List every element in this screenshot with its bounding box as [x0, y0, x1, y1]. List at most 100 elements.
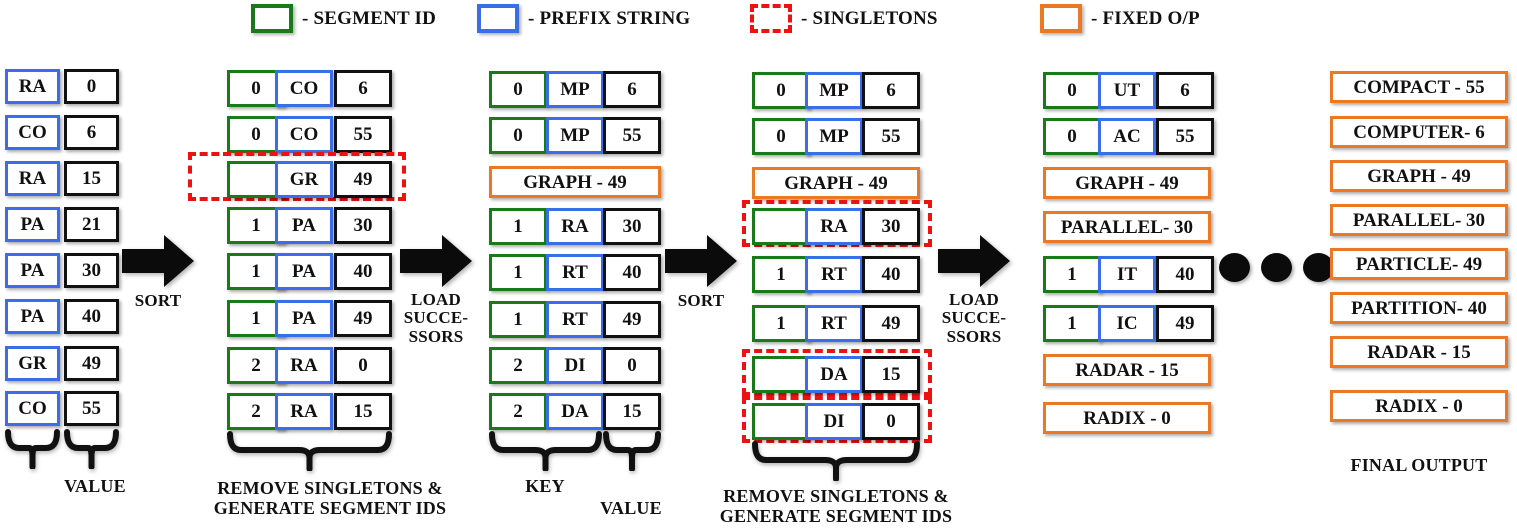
prefix-cell[interactable]: PA	[275, 253, 333, 290]
prefix-cell[interactable]: UT	[1098, 72, 1156, 109]
prefix-cell[interactable]: RT	[546, 301, 604, 338]
value-cell[interactable]: 49	[334, 300, 392, 337]
fixed-output-cell[interactable]: GRAPH - 49	[489, 166, 661, 198]
final-output-cell[interactable]: PARTICLE- 49	[1330, 248, 1508, 280]
segment-id-cell[interactable]: 2	[489, 347, 547, 384]
prefix-cell[interactable]: IT	[1098, 256, 1156, 293]
value-cell[interactable]: 15	[334, 393, 392, 430]
prefix-cell[interactable]: DA	[546, 393, 604, 430]
prefix-cell[interactable]: RA	[546, 208, 604, 245]
value-cell[interactable]: 15	[64, 161, 119, 196]
prefix-cell[interactable]: RT	[805, 305, 863, 342]
value-cell[interactable]: 49	[862, 305, 920, 342]
value-cell[interactable]: 15	[862, 356, 920, 393]
prefix-cell[interactable]: DI	[805, 403, 863, 440]
prefix-cell[interactable]: MP	[546, 71, 604, 108]
segment-id-cell[interactable]: 1	[1043, 256, 1101, 293]
prefix-cell[interactable]: CO	[275, 116, 333, 153]
segment-id-cell[interactable]: 1	[752, 305, 810, 342]
value-cell[interactable]: 30	[603, 208, 661, 245]
prefix-cell[interactable]: DA	[805, 356, 863, 393]
value-cell[interactable]: 6	[862, 72, 920, 109]
prefix-cell[interactable]: CO	[5, 115, 60, 150]
value-cell[interactable]: 21	[64, 207, 119, 242]
value-cell[interactable]: 49	[64, 346, 119, 381]
segment-id-cell[interactable]: 0	[752, 72, 810, 109]
final-output-cell[interactable]: RADIX - 0	[1330, 390, 1508, 422]
prefix-cell[interactable]: RA	[5, 161, 60, 196]
value-cell[interactable]: 49	[603, 301, 661, 338]
value-cell[interactable]: 0	[64, 69, 119, 104]
prefix-cell[interactable]: RT	[546, 254, 604, 291]
prefix-cell[interactable]: PA	[275, 300, 333, 337]
value-cell[interactable]: 6	[334, 70, 392, 107]
value-cell[interactable]: 49	[1156, 305, 1214, 342]
segment-id-cell[interactable]: 0	[1043, 118, 1101, 155]
prefix-cell[interactable]: PA	[275, 207, 333, 244]
fixed-output-cell[interactable]: RADAR - 15	[1043, 354, 1211, 386]
prefix-cell[interactable]: IC	[1098, 305, 1156, 342]
value-cell[interactable]: 30	[64, 253, 119, 288]
final-output-cell[interactable]: PARTITION- 40	[1330, 292, 1508, 324]
segment-id-cell[interactable]: 1	[489, 301, 547, 338]
value-cell[interactable]: 30	[334, 207, 392, 244]
final-output-cell[interactable]: COMPUTER- 6	[1330, 116, 1508, 148]
prefix-cell[interactable]: GR	[275, 161, 333, 198]
value-cell[interactable]: 40	[603, 254, 661, 291]
prefix-cell[interactable]: PA	[5, 207, 60, 242]
prefix-cell[interactable]: PA	[5, 253, 60, 288]
fixed-output-cell[interactable]: GRAPH - 49	[752, 167, 920, 199]
prefix-cell[interactable]: MP	[546, 117, 604, 154]
value-cell[interactable]: 6	[603, 71, 661, 108]
segment-id-cell[interactable]: 1	[489, 254, 547, 291]
value-cell[interactable]: 55	[1156, 118, 1214, 155]
prefix-cell[interactable]: RA	[805, 208, 863, 245]
value-cell[interactable]: 55	[603, 117, 661, 154]
prefix-cell[interactable]: AC	[1098, 118, 1156, 155]
segment-id-cell[interactable]	[752, 356, 810, 393]
final-output-cell[interactable]: RADAR - 15	[1330, 336, 1508, 368]
value-cell[interactable]: 0	[862, 403, 920, 440]
segment-id-cell[interactable]: 1	[1043, 305, 1101, 342]
segment-id-cell[interactable]: 2	[489, 393, 547, 430]
segment-id-cell[interactable]: 0	[489, 71, 547, 108]
prefix-cell[interactable]: RA	[5, 69, 60, 104]
fixed-output-cell[interactable]: PARALLEL- 30	[1043, 211, 1211, 243]
prefix-cell[interactable]: MP	[805, 118, 863, 155]
prefix-cell[interactable]: GR	[5, 346, 60, 381]
prefix-cell[interactable]: RA	[275, 393, 333, 430]
value-cell[interactable]: 49	[334, 161, 392, 198]
value-cell[interactable]: 55	[64, 391, 119, 426]
prefix-cell[interactable]: RT	[805, 256, 863, 293]
value-cell[interactable]: 15	[603, 393, 661, 430]
value-cell[interactable]: 40	[334, 253, 392, 290]
value-cell[interactable]: 0	[603, 347, 661, 384]
value-cell[interactable]: 0	[334, 347, 392, 384]
final-output-cell[interactable]: COMPACT - 55	[1330, 71, 1508, 103]
segment-id-cell[interactable]: 1	[752, 256, 810, 293]
segment-id-cell[interactable]: 0	[489, 117, 547, 154]
value-cell[interactable]: 40	[862, 256, 920, 293]
fixed-output-cell[interactable]: GRAPH - 49	[1043, 167, 1211, 199]
segment-id-cell[interactable]	[752, 403, 810, 440]
prefix-cell[interactable]: PA	[5, 299, 60, 334]
segment-id-cell[interactable]	[752, 208, 810, 245]
value-cell[interactable]: 30	[862, 208, 920, 245]
prefix-cell[interactable]: RA	[275, 347, 333, 384]
prefix-cell[interactable]: DI	[546, 347, 604, 384]
value-cell[interactable]: 40	[1156, 256, 1214, 293]
final-output-cell[interactable]: GRAPH - 49	[1330, 160, 1508, 192]
prefix-cell[interactable]: CO	[5, 391, 60, 426]
value-cell[interactable]: 55	[862, 118, 920, 155]
value-cell[interactable]: 6	[64, 115, 119, 150]
segment-id-cell[interactable]: 1	[489, 208, 547, 245]
value-cell[interactable]: 6	[1156, 72, 1214, 109]
prefix-cell[interactable]: MP	[805, 72, 863, 109]
final-output-cell[interactable]: PARALLEL- 30	[1330, 204, 1508, 236]
segment-id-cell[interactable]: 0	[752, 118, 810, 155]
value-cell[interactable]: 40	[64, 299, 119, 334]
segment-id-cell[interactable]: 0	[1043, 72, 1101, 109]
fixed-output-cell[interactable]: RADIX - 0	[1043, 402, 1211, 434]
value-cell[interactable]: 55	[334, 116, 392, 153]
prefix-cell[interactable]: CO	[275, 70, 333, 107]
